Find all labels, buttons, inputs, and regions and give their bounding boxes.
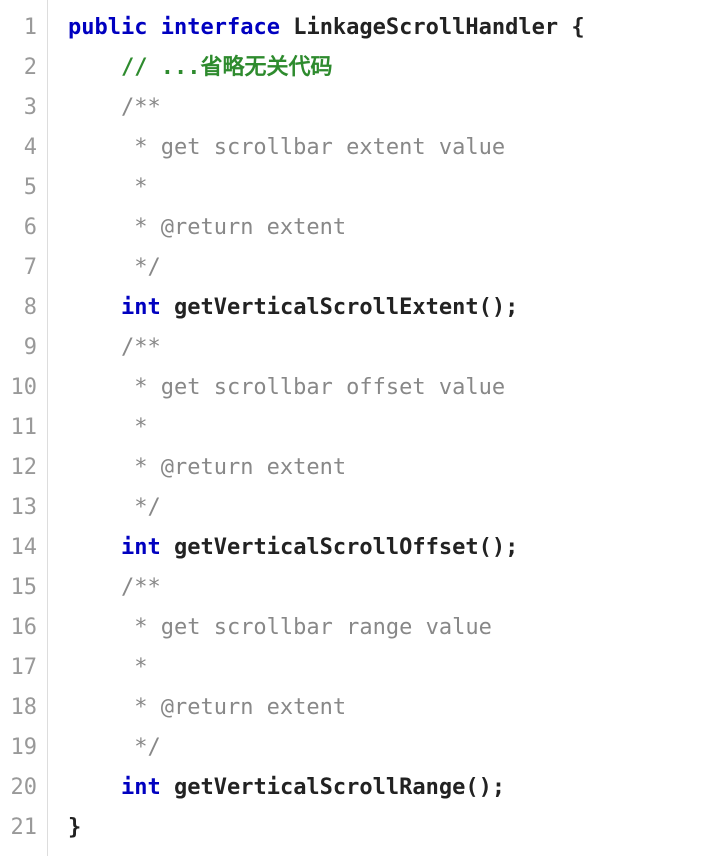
token-comment-gray: * @return extent (121, 455, 346, 480)
line-number: 3 (6, 88, 37, 128)
indent (68, 775, 121, 800)
code-line[interactable]: public interface LinkageScrollHandler { (68, 8, 712, 48)
indent (68, 455, 121, 480)
code-line[interactable]: * @return extent (68, 208, 712, 248)
line-number: 7 (6, 248, 37, 288)
indent (68, 55, 121, 80)
code-line[interactable]: * @return extent (68, 448, 712, 488)
code-line[interactable]: /** (68, 568, 712, 608)
line-number: 2 (6, 48, 37, 88)
indent (68, 295, 121, 320)
token-kw: int (121, 775, 161, 800)
line-number: 5 (6, 168, 37, 208)
token-comment-gray: */ (121, 735, 161, 760)
indent (68, 735, 121, 760)
code-container: 123456789101112131415161718192021 public… (0, 0, 712, 856)
token-comment-gray: /** (121, 575, 161, 600)
indent (68, 375, 121, 400)
code-area[interactable]: public interface LinkageScrollHandler { … (48, 0, 712, 856)
token-plain (161, 295, 174, 320)
token-method: getVerticalScrollExtent (174, 295, 479, 320)
line-number: 1 (6, 8, 37, 48)
token-comment-gray: * get scrollbar range value (121, 615, 492, 640)
code-line[interactable]: /** (68, 88, 712, 128)
token-punct: (); (479, 535, 519, 560)
line-number: 18 (6, 688, 37, 728)
token-kw: interface (161, 15, 280, 40)
indent (68, 415, 121, 440)
token-comment-gray: * get scrollbar extent value (121, 135, 505, 160)
token-plain (147, 15, 160, 40)
indent (68, 495, 121, 520)
code-line[interactable]: * @return extent (68, 688, 712, 728)
line-number: 16 (6, 608, 37, 648)
code-line[interactable]: * (68, 168, 712, 208)
indent (68, 695, 121, 720)
token-comment-gray: * @return extent (121, 695, 346, 720)
indent (68, 335, 121, 360)
token-punct: { (571, 15, 584, 40)
indent (68, 135, 121, 160)
line-number: 19 (6, 728, 37, 768)
line-number-gutter: 123456789101112131415161718192021 (0, 0, 48, 856)
token-kw: int (121, 535, 161, 560)
indent (68, 95, 121, 120)
indent (68, 575, 121, 600)
token-comment-gray: * (121, 415, 148, 440)
token-punct: (); (479, 295, 519, 320)
code-line[interactable]: /** (68, 328, 712, 368)
line-number: 21 (6, 808, 37, 848)
token-comment-gray: /** (121, 335, 161, 360)
code-line[interactable]: * get scrollbar extent value (68, 128, 712, 168)
indent (68, 215, 121, 240)
token-plain (161, 775, 174, 800)
token-method: getVerticalScrollOffset (174, 535, 479, 560)
code-line[interactable]: * (68, 648, 712, 688)
code-line[interactable]: // ...省略无关代码 (68, 48, 712, 88)
token-comment-gray: * (121, 175, 148, 200)
token-comment-gray: * @return extent (121, 215, 346, 240)
line-number: 13 (6, 488, 37, 528)
code-line[interactable]: * (68, 408, 712, 448)
token-kw: int (121, 295, 161, 320)
token-punct: (); (465, 775, 505, 800)
token-comment-gray: /** (121, 95, 161, 120)
token-comment-green: // ...省略无关代码 (121, 55, 332, 80)
code-line[interactable]: */ (68, 488, 712, 528)
code-line[interactable]: */ (68, 248, 712, 288)
indent (68, 175, 121, 200)
line-number: 9 (6, 328, 37, 368)
line-number: 15 (6, 568, 37, 608)
indent (68, 535, 121, 560)
code-line[interactable]: int getVerticalScrollRange(); (68, 768, 712, 808)
token-method: getVerticalScrollRange (174, 775, 465, 800)
token-comment-gray: * (121, 655, 148, 680)
indent (68, 655, 121, 680)
line-number: 17 (6, 648, 37, 688)
indent (68, 615, 121, 640)
line-number: 14 (6, 528, 37, 568)
token-comment-gray: */ (121, 495, 161, 520)
token-punct: } (68, 815, 81, 840)
token-plain: LinkageScrollHandler (280, 15, 571, 40)
code-line[interactable]: } (68, 808, 712, 848)
token-comment-gray: * get scrollbar offset value (121, 375, 505, 400)
code-line[interactable]: * get scrollbar offset value (68, 368, 712, 408)
code-line[interactable]: int getVerticalScrollExtent(); (68, 288, 712, 328)
code-line[interactable]: */ (68, 728, 712, 768)
line-number: 12 (6, 448, 37, 488)
line-number: 8 (6, 288, 37, 328)
line-number: 10 (6, 368, 37, 408)
line-number: 11 (6, 408, 37, 448)
token-kw: public (68, 15, 147, 40)
line-number: 4 (6, 128, 37, 168)
token-plain (161, 535, 174, 560)
token-comment-gray: */ (121, 255, 161, 280)
code-line[interactable]: int getVerticalScrollOffset(); (68, 528, 712, 568)
line-number: 6 (6, 208, 37, 248)
line-number: 20 (6, 768, 37, 808)
indent (68, 255, 121, 280)
code-line[interactable]: * get scrollbar range value (68, 608, 712, 648)
